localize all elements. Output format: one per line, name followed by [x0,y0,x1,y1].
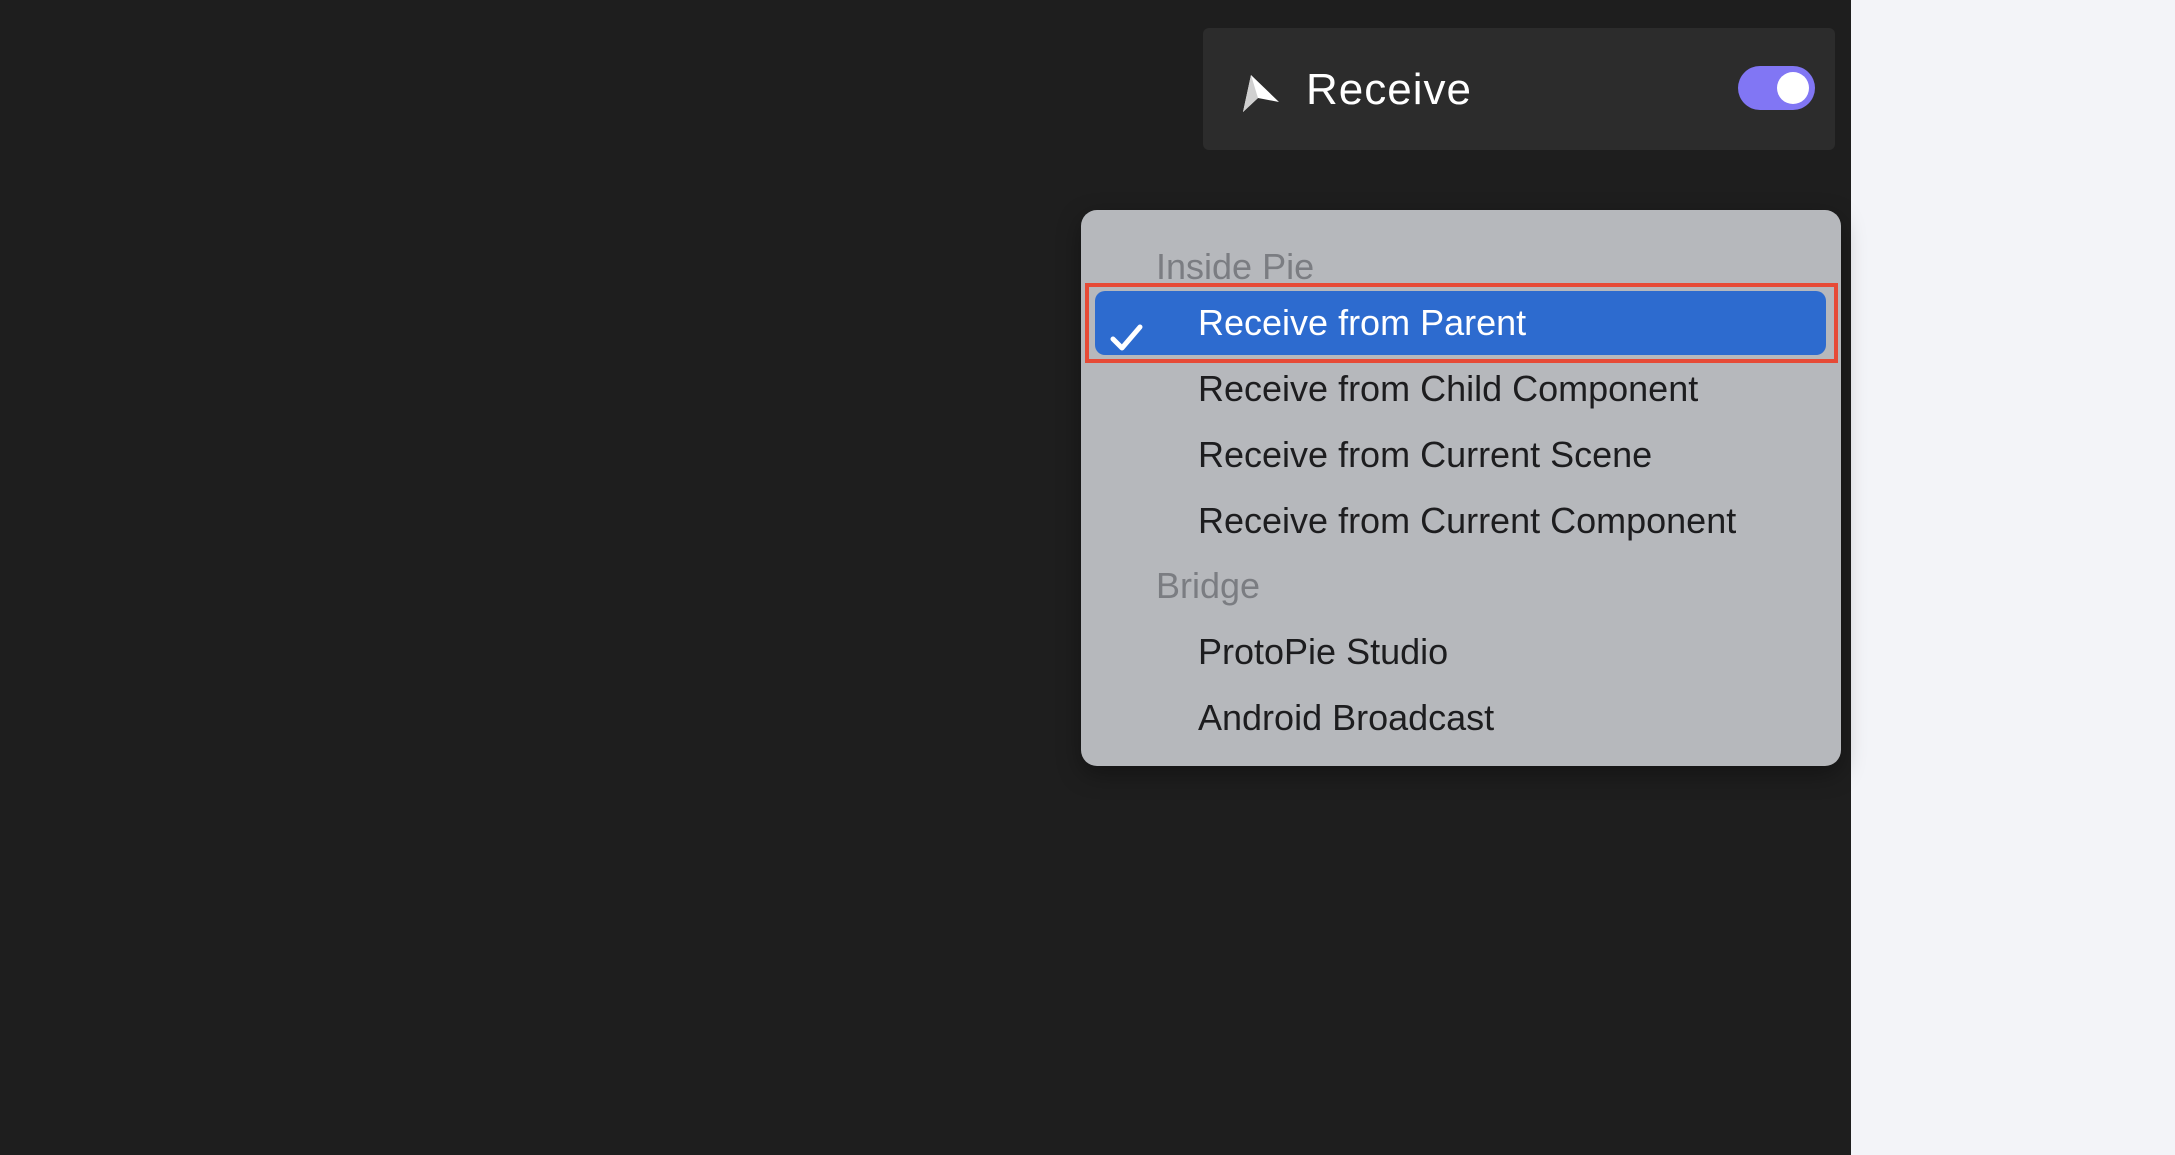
menu-item-receive-from-parent[interactable]: Receive from Parent [1095,291,1826,355]
menu-item-label: Receive from Parent [1198,302,1527,343]
app-window: Receive Inside Pie Receive from Parent R… [0,0,2175,1155]
menu-item-label: Receive from Child Component [1198,368,1699,409]
receive-channel-dropdown: Inside Pie Receive from Parent Receive f… [1081,210,1841,766]
menu-item-receive-from-child-component[interactable]: Receive from Child Component [1081,357,1841,421]
menu-item-label: Android Broadcast [1198,697,1495,738]
menu-item-label: ProtoPie Studio [1198,631,1449,672]
receive-trigger-header[interactable]: Receive [1203,28,1835,150]
menu-item-android-broadcast[interactable]: Android Broadcast [1081,686,1841,750]
menu-item-receive-from-current-component[interactable]: Receive from Current Component [1081,489,1841,553]
menu-item-label: Receive from Current Component [1198,500,1737,541]
menu-item-label: Receive from Current Scene [1198,434,1653,475]
menu-item-protopie-studio[interactable]: ProtoPie Studio [1081,620,1841,684]
section-label-bridge: Bridge [1156,565,1261,606]
section-label-inside-pie: Inside Pie [1156,246,1315,287]
receive-toggle[interactable] [1738,66,1815,110]
receive-title: Receive [1306,65,1472,114]
right-panel [1851,0,2175,1155]
toggle-knob [1777,72,1809,104]
menu-item-receive-from-current-scene[interactable]: Receive from Current Scene [1081,423,1841,487]
send-arrow-icon [1237,72,1281,116]
checkmark-icon [1109,309,1145,351]
